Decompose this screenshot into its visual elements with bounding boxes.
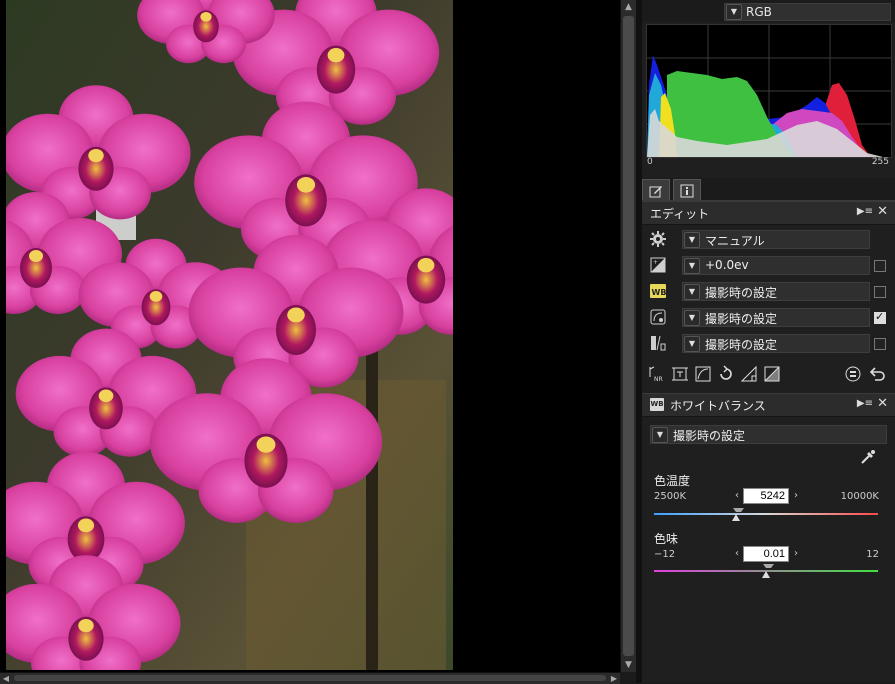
scroll-up-icon[interactable]: ▲: [621, 0, 636, 14]
chevron-down-icon[interactable]: ▼: [726, 4, 742, 20]
close-icon[interactable]: ✕: [877, 204, 888, 219]
gear-icon: [650, 231, 666, 247]
undo-icon[interactable]: [868, 365, 886, 383]
color-temperature-knob[interactable]: [731, 514, 740, 521]
chevron-down-icon[interactable]: ▼: [684, 232, 700, 248]
tint-input[interactable]: [743, 546, 789, 562]
close-icon[interactable]: ✕: [877, 396, 888, 411]
histogram-graph: [647, 25, 891, 157]
exposure-icon: +: [650, 257, 666, 273]
eyedropper-icon[interactable]: [860, 449, 876, 468]
viewer-vertical-scrollbar[interactable]: ▲ ▼: [620, 0, 636, 672]
tint-knob[interactable]: [762, 571, 771, 578]
crop-icon[interactable]: [671, 365, 689, 383]
histogram: [646, 24, 892, 158]
picture-control-select[interactable]: ▼ 撮影時の設定: [682, 308, 870, 327]
scroll-right-icon[interactable]: ▶: [608, 673, 620, 684]
edit-section-title: エディット: [650, 207, 710, 221]
edit-toolbar: NR: [642, 363, 895, 385]
tone-icon: [650, 335, 666, 351]
straighten-icon[interactable]: [740, 365, 758, 383]
chevron-down-icon[interactable]: ▼: [684, 310, 700, 326]
levels-icon[interactable]: [763, 365, 781, 383]
svg-text:+: +: [653, 259, 658, 266]
white-balance-value: 撮影時の設定: [705, 286, 778, 300]
wb-preset-select[interactable]: ▼ 撮影時の設定: [650, 425, 887, 444]
color-temperature-label: 色温度: [654, 474, 691, 488]
photo-orchids[interactable]: [6, 0, 453, 670]
adjustment-mode-value: マニュアル: [705, 234, 765, 248]
section-menu-icon[interactable]: ▶≡: [857, 398, 873, 409]
edit-icon: [649, 185, 662, 197]
picture-control-checkbox[interactable]: [874, 310, 886, 324]
exposure-value: +0.0ev: [705, 258, 749, 272]
tint-control: 色味 −12 ‹ › 12: [642, 528, 895, 583]
white-balance-select[interactable]: ▼ 撮影時の設定: [682, 282, 870, 301]
lens-correction-icon[interactable]: [694, 365, 712, 383]
tab-edit[interactable]: [642, 179, 670, 200]
white-balance-checkbox[interactable]: [874, 286, 886, 298]
noise-reduction-icon[interactable]: NR: [648, 365, 666, 383]
tab-info[interactable]: [673, 179, 701, 200]
horizontal-scroll-thumb[interactable]: [14, 675, 606, 681]
edit-section-header[interactable]: エディット ▶≡ ✕: [642, 201, 895, 225]
section-menu-icon[interactable]: ▶≡: [857, 206, 873, 217]
wb-section-title: ホワイトバランス: [670, 399, 766, 413]
histogram-header: ▼ RGB: [642, 0, 895, 22]
viewer-horizontal-scrollbar[interactable]: ◀ ▶: [0, 672, 620, 684]
chevron-down-icon[interactable]: ▼: [684, 258, 700, 274]
picture-control-value: 撮影時の設定: [705, 312, 778, 326]
wb-icon: WB: [650, 283, 666, 299]
exposure-checkbox[interactable]: [874, 260, 886, 272]
info-icon: [680, 184, 694, 197]
color-temperature-min: 2500K: [654, 491, 687, 502]
edit-row-exposure: + ▼ +0.0ev: [642, 252, 895, 278]
histogram-max-label: 255: [871, 157, 889, 167]
scroll-down-icon[interactable]: ▼: [621, 658, 636, 672]
histogram-channel-select[interactable]: ▼ RGB: [724, 3, 891, 21]
tint-min: −12: [654, 549, 676, 560]
orchid-photo-image: [6, 0, 453, 670]
svg-text:NR: NR: [654, 376, 663, 383]
color-temperature-track[interactable]: [654, 513, 878, 515]
tone-value: 撮影時の設定: [705, 338, 778, 352]
color-temperature-control: 色温度 2500K ‹ › 10000K: [642, 470, 895, 525]
wb-preset-value: 撮影時の設定: [673, 429, 746, 443]
color-temperature-input[interactable]: [743, 488, 789, 504]
edit-row-adjustment-mode: ▼ マニュアル: [642, 226, 895, 252]
chevron-down-icon[interactable]: ▼: [684, 336, 700, 352]
wb-badge-icon: WB: [650, 398, 664, 411]
tone-checkbox[interactable]: [874, 338, 886, 350]
edit-row-picture-control: ▼ 撮影時の設定: [642, 304, 895, 330]
exposure-select[interactable]: ▼ +0.0ev: [682, 256, 870, 275]
tint-label: 色味: [654, 532, 679, 546]
decrement-icon[interactable]: ‹: [735, 490, 739, 501]
wb-section-header[interactable]: WB ホワイトバランス ▶≡ ✕: [642, 393, 895, 417]
histogram-min-label: 0: [647, 157, 653, 167]
decrement-icon[interactable]: ‹: [735, 548, 739, 559]
picture-control-icon: [650, 309, 666, 325]
edit-row-tone: ▼ 撮影時の設定: [642, 330, 895, 356]
histogram-axis: 0 255: [646, 157, 890, 169]
tone-select[interactable]: ▼ 撮影時の設定: [682, 334, 870, 353]
chevron-down-icon[interactable]: ▼: [684, 284, 700, 300]
tint-max: 12: [866, 549, 879, 560]
reset-icon[interactable]: [844, 365, 862, 383]
increment-icon[interactable]: ›: [794, 548, 798, 559]
slider-default-marker: [763, 564, 775, 571]
svg-text:WB: WB: [652, 288, 667, 297]
increment-icon[interactable]: ›: [794, 490, 798, 501]
color-temperature-max: 10000K: [840, 491, 879, 502]
rotate-icon[interactable]: [717, 365, 735, 383]
vertical-scroll-thumb[interactable]: [623, 16, 634, 656]
edit-row-white-balance: WB ▼ 撮影時の設定: [642, 278, 895, 304]
adjustment-mode-select[interactable]: ▼ マニュアル: [682, 230, 870, 249]
scroll-left-icon[interactable]: ◀: [0, 673, 12, 684]
image-viewer[interactable]: [0, 0, 620, 672]
panel-tabs: [642, 178, 895, 202]
chevron-down-icon[interactable]: ▼: [652, 427, 668, 443]
histogram-channel-label: RGB: [746, 5, 772, 19]
